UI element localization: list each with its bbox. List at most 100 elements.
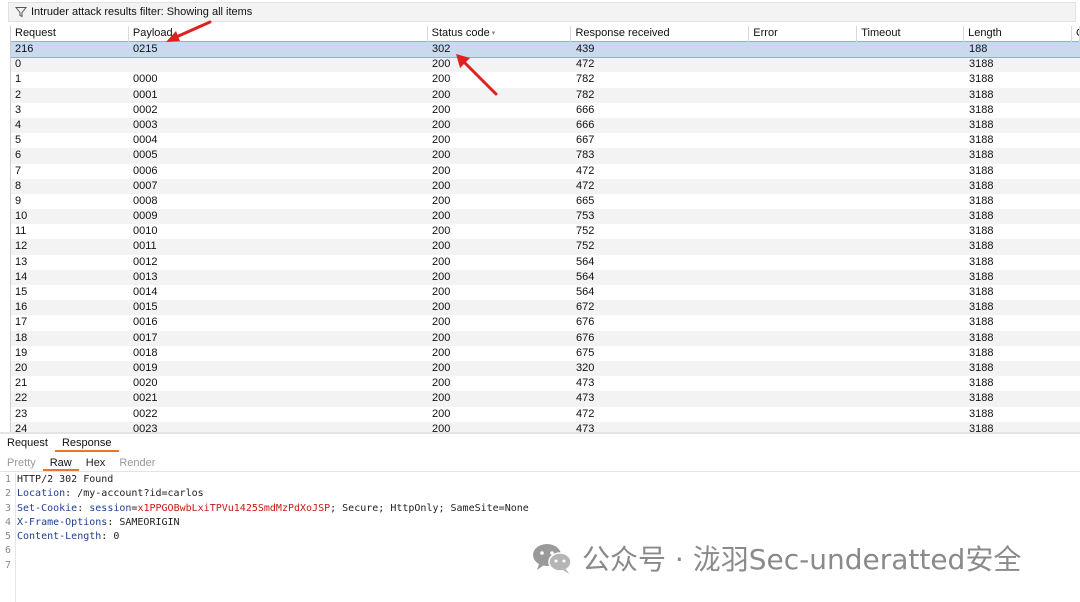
table-row[interactable]: 7 0006 200 472 3188: [11, 164, 1080, 179]
table-row[interactable]: 12 0011 200 752 3188: [11, 239, 1080, 255]
cell-timeout: [858, 72, 965, 87]
cell-status-code: 200: [432, 377, 451, 390]
table-row[interactable]: 23 0022 200 472 3188: [11, 407, 1080, 422]
filter-bar[interactable]: Intruder attack results filter: Showing …: [8, 2, 1076, 22]
cell-status-code: 200: [432, 194, 451, 207]
cell-error: [750, 270, 858, 285]
cell-error: [750, 315, 858, 330]
cell-length: 3188: [969, 301, 994, 314]
cell-timeout: [858, 103, 965, 118]
cell-timeout: [858, 346, 965, 361]
cell-timeout: [858, 209, 965, 224]
table-row[interactable]: 21 0020 200 473 3188: [11, 376, 1080, 391]
line-number: 6: [4, 545, 11, 557]
cell-request: 17: [15, 316, 28, 329]
cell-status-code: 200: [432, 179, 451, 192]
col-header-timeout[interactable]: Timeout: [857, 26, 965, 42]
tab-request[interactable]: Request: [0, 436, 55, 452]
cell-response-received: 676: [576, 316, 595, 329]
table-row[interactable]: 4 0003 200 666 3188: [11, 117, 1080, 134]
cell-length: 3188: [969, 331, 994, 344]
table-row[interactable]: 9 0008 200 665 3188: [11, 194, 1080, 209]
cell-status-code: 200: [432, 225, 451, 238]
cell-length: 3188: [969, 255, 994, 268]
table-row[interactable]: 11 0010 200 752 3188: [11, 224, 1080, 239]
cell-response-received: 472: [576, 58, 595, 71]
table-body: 216 0215 302 439 188 0 200 472 3188 1 0000 200 782 31…: [11, 40, 1080, 432]
cell-timeout: [858, 194, 965, 209]
cell-payload: 0005: [133, 149, 158, 162]
cell-timeout: [858, 361, 965, 376]
col-header-payload[interactable]: Payload: [129, 26, 428, 42]
cell-length: 3188: [969, 164, 994, 177]
table-row[interactable]: 13 0012 200 564 3188: [11, 255, 1080, 270]
table-row[interactable]: 5 0004 200 667 3188: [11, 133, 1080, 148]
table-row[interactable]: 14 0013 200 564 3188: [11, 269, 1080, 285]
tab-render[interactable]: Render: [112, 455, 162, 471]
cell-response-received: 783: [576, 149, 595, 162]
col-header-response-received[interactable]: Response received: [571, 26, 750, 42]
table-row[interactable]: 18 0017 200 676 3188: [11, 330, 1080, 346]
cell-payload: [129, 57, 428, 72]
col-header-request[interactable]: Request: [11, 26, 129, 42]
cell-request: 216: [15, 43, 34, 55]
tab-pretty[interactable]: Pretty: [0, 455, 43, 471]
cell-response-received: 675: [576, 346, 595, 359]
col-header-comment[interactable]: C: [1072, 26, 1080, 42]
table-row[interactable]: 20 0019 200 320 3188: [11, 360, 1080, 377]
col-header-error[interactable]: Error: [749, 26, 858, 42]
table-row[interactable]: 15 0014 200 564 3188: [11, 285, 1080, 300]
cell-length: 3188: [969, 134, 994, 147]
cell-request: 20: [15, 361, 28, 374]
code-line: 3 Set-Cookie: session=x1PPGOBwbLxiTPVu142…: [0, 502, 1080, 516]
table-row-selected[interactable]: 216 0215 302 439 188: [11, 40, 1080, 59]
table-row[interactable]: 8 0007 200 472 3188: [11, 178, 1080, 194]
cell-length: 3188: [969, 270, 994, 283]
tab-response[interactable]: Response: [54, 436, 119, 452]
cell-error: [750, 209, 858, 224]
cell-length: 3188: [969, 240, 994, 253]
cell-payload: 0009: [133, 210, 158, 223]
tab-raw[interactable]: Raw: [42, 455, 79, 471]
cell-response-received: 666: [576, 118, 595, 131]
table-row[interactable]: 22 0021 200 473 3188: [11, 391, 1080, 407]
table-row[interactable]: 16 0015 200 672 3188: [11, 300, 1080, 316]
cell-response-received: 473: [576, 377, 595, 390]
table-row[interactable]: 17 0016 200 676 3188: [11, 315, 1080, 330]
table-row[interactable]: 6 0005 200 783 3188: [11, 148, 1080, 164]
cell-payload: 0021: [133, 392, 158, 405]
cell-response-received: 782: [576, 73, 595, 86]
cell-response-received: 472: [576, 164, 595, 177]
cell-response-received: 472: [576, 407, 595, 420]
cell-error: [750, 148, 858, 163]
cell-length: 3188: [969, 422, 994, 432]
table-row[interactable]: 24 0023 200 473 3188: [11, 421, 1080, 432]
table-row[interactable]: 1 0000 200 782 3188: [11, 72, 1080, 87]
cell-error: [750, 57, 858, 72]
tab-hex[interactable]: Hex: [79, 455, 113, 471]
table-row[interactable]: 2 0001 200 782 3188: [11, 87, 1080, 103]
col-header-status-code[interactable]: Status code ▾: [428, 26, 572, 42]
cell-timeout: [858, 179, 965, 194]
pane-divider[interactable]: [0, 432, 1080, 434]
cell-status-code: 200: [432, 58, 451, 71]
cell-status-code: 200: [432, 361, 451, 374]
cell-response-received: 473: [576, 422, 595, 432]
cell-timeout: [858, 422, 965, 432]
table-row[interactable]: 19 0018 200 675 3188: [11, 346, 1080, 361]
cell-error: [750, 164, 858, 179]
cell-payload: 0023: [133, 422, 158, 432]
cell-request: 1: [15, 73, 22, 86]
cell-length: 3188: [969, 407, 994, 420]
cell-payload: 0022: [133, 407, 158, 420]
col-header-length[interactable]: Length: [964, 26, 1073, 42]
cell-request: 5: [15, 134, 22, 147]
table-row[interactable]: 0 200 472 3188: [11, 57, 1080, 73]
cell-error: [750, 224, 858, 239]
table-row[interactable]: 10 0009 200 753 3188: [11, 209, 1080, 225]
table-row[interactable]: 3 0002 200 666 3188: [11, 103, 1080, 118]
cell-payload: 0013: [133, 270, 158, 283]
cell-timeout: [858, 376, 965, 391]
line-number: 4: [4, 516, 11, 528]
cell-response-received: 439: [576, 43, 595, 55]
